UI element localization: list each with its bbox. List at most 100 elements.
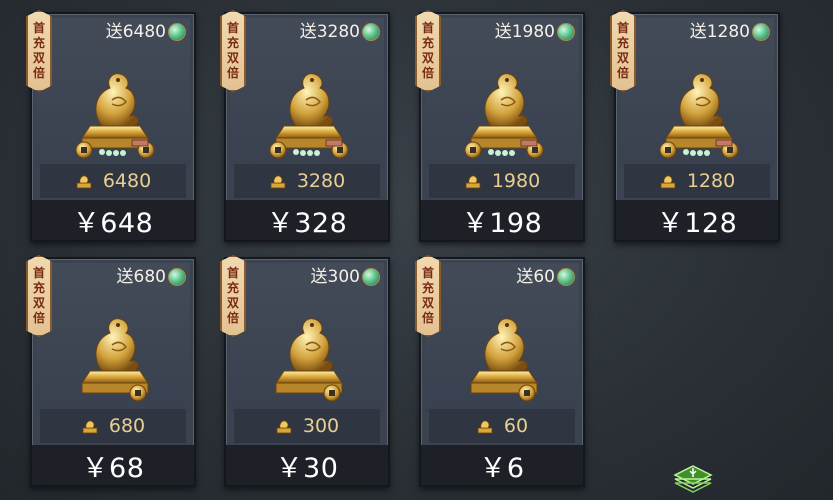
- price-text: ￥30: [275, 452, 339, 484]
- gold-seal-icon: [76, 175, 92, 189]
- gold-dragon-seal-icon: [461, 64, 547, 160]
- ribbon-char: 充: [616, 36, 629, 50]
- jade-gem-icon: [362, 268, 380, 286]
- ribbon-char: 倍: [32, 66, 45, 80]
- currency-amount: 1980: [429, 164, 575, 198]
- gold-seal-icon: [276, 420, 292, 434]
- gold-dragon-seal-icon: [72, 309, 158, 405]
- gold-seal-icon: [465, 175, 481, 189]
- jade-gem-icon: [362, 23, 380, 41]
- ribbon-char: 倍: [421, 66, 434, 80]
- jade-gem-icon: [168, 23, 186, 41]
- ribbon-char: 双: [421, 51, 434, 65]
- price-button[interactable]: ￥6: [421, 445, 583, 485]
- price-button[interactable]: ￥328: [226, 200, 388, 240]
- amount-text: 6480: [102, 170, 152, 192]
- bonus-text: 送6480: [105, 22, 166, 42]
- ribbon-char: 首: [616, 21, 629, 35]
- first-recharge-double-ribbon: 首充双倍: [415, 255, 441, 337]
- bonus-text: 送1980: [494, 22, 555, 42]
- ribbon-char: 首: [32, 21, 45, 35]
- bonus-text: 送3280: [299, 22, 360, 42]
- price-button[interactable]: ￥128: [616, 200, 778, 240]
- price-text: ￥6: [479, 452, 525, 484]
- ribbon-char: 首: [226, 266, 239, 280]
- currency-amount: 1280: [624, 164, 770, 198]
- gold-seal-icon: [82, 420, 98, 434]
- ribbon-char: 双: [226, 296, 239, 310]
- gold-seal-icon: [660, 175, 676, 189]
- ribbon-char: 双: [226, 51, 239, 65]
- ribbon-char: 双: [421, 296, 434, 310]
- price-text: ￥198: [461, 207, 543, 239]
- price-text: ￥128: [656, 207, 738, 239]
- amount-text: 3280: [296, 170, 346, 192]
- currency-amount: 300: [234, 409, 380, 443]
- ribbon-char: 充: [226, 281, 239, 295]
- bonus-label: 送6480: [106, 22, 186, 42]
- first-recharge-double-ribbon: 首充双倍: [26, 255, 52, 337]
- ribbon-char: 充: [421, 281, 434, 295]
- ribbon-char: 双: [616, 51, 629, 65]
- first-recharge-double-ribbon: 首充双倍: [26, 10, 52, 92]
- ribbon-char: 双: [32, 296, 45, 310]
- price-text: ￥68: [81, 452, 145, 484]
- first-recharge-double-ribbon: 首充双倍: [610, 10, 636, 92]
- recharge-card[interactable]: 首充双倍 送300 300 ￥30: [220, 255, 390, 487]
- price-button[interactable]: ￥30: [226, 445, 388, 485]
- recharge-card[interactable]: 首充双倍 送6480 6480 ￥648: [26, 10, 196, 242]
- first-recharge-double-ribbon: 首充双倍: [220, 255, 246, 337]
- recharge-card[interactable]: 首充双倍 送680 680 ￥68: [26, 255, 196, 487]
- recharge-card[interactable]: 首充双倍 送60 60 ￥6: [415, 255, 585, 487]
- currency-amount: 680: [40, 409, 186, 443]
- currency-amount: 6480: [40, 164, 186, 198]
- amount-text: 680: [108, 415, 146, 437]
- bonus-label: 送300: [311, 267, 380, 287]
- first-recharge-double-ribbon: 首充双倍: [220, 10, 246, 92]
- ribbon-char: 倍: [616, 66, 629, 80]
- bonus-text: 送1280: [689, 22, 750, 42]
- ribbon-char: 首: [32, 266, 45, 280]
- gold-dragon-seal-icon: [266, 309, 352, 405]
- jade-gem-icon: [557, 268, 575, 286]
- amount-text: 60: [503, 415, 529, 437]
- amount-text: 1980: [491, 170, 541, 192]
- gold-dragon-seal-icon: [461, 309, 547, 405]
- ribbon-char: 充: [226, 36, 239, 50]
- jade-gem-icon: [557, 23, 575, 41]
- bonus-label: 送3280: [300, 22, 380, 42]
- gold-dragon-seal-icon: [72, 64, 158, 160]
- ribbon-char: 倍: [226, 66, 239, 80]
- recharge-card[interactable]: 首充双倍 送1280 1280 ￥128: [610, 10, 780, 242]
- first-recharge-double-ribbon: 首充双倍: [415, 10, 441, 92]
- gold-dragon-seal-icon: [266, 64, 352, 160]
- bonus-text: 送60: [516, 267, 555, 287]
- price-button[interactable]: ￥648: [32, 200, 194, 240]
- currency-amount: 60: [429, 409, 575, 443]
- gold-dragon-seal-icon: [656, 64, 742, 160]
- ribbon-char: 首: [226, 21, 239, 35]
- gold-seal-icon: [270, 175, 286, 189]
- gold-seal-icon: [477, 420, 493, 434]
- amount-text: 300: [302, 415, 340, 437]
- price-text: ￥328: [266, 207, 348, 239]
- ribbon-char: 充: [32, 281, 45, 295]
- bonus-text: 送300: [310, 267, 360, 287]
- ribbon-char: 充: [421, 36, 434, 50]
- price-button[interactable]: ￥68: [32, 445, 194, 485]
- ribbon-char: 倍: [226, 311, 239, 325]
- ribbon-char: 双: [32, 51, 45, 65]
- ribbon-char: 充: [32, 36, 45, 50]
- recharge-card[interactable]: 首充双倍 送3280 3280 ￥328: [220, 10, 390, 242]
- watermark-logo-icon: [673, 465, 713, 493]
- price-button[interactable]: ￥198: [421, 200, 583, 240]
- price-text: ￥648: [72, 207, 154, 239]
- bonus-label: 送1980: [495, 22, 575, 42]
- amount-text: 1280: [686, 170, 736, 192]
- bonus-text: 送680: [116, 267, 166, 287]
- ribbon-char: 倍: [32, 311, 45, 325]
- jade-gem-icon: [168, 268, 186, 286]
- recharge-card[interactable]: 首充双倍 送1980 1980 ￥198: [415, 10, 585, 242]
- bonus-label: 送1280: [690, 22, 770, 42]
- ribbon-char: 首: [421, 21, 434, 35]
